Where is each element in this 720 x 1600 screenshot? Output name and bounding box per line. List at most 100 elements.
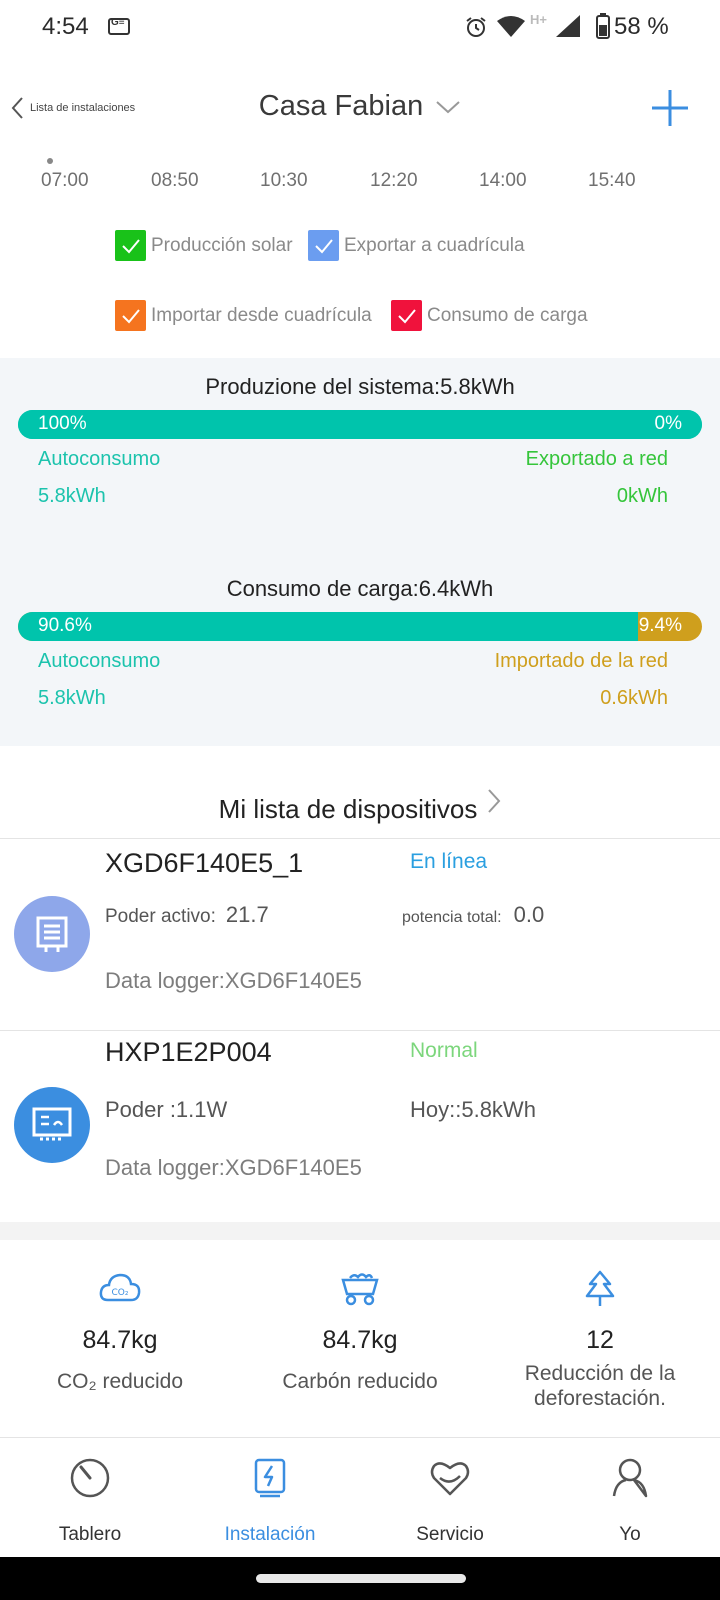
checkbox-checked-icon: [115, 300, 146, 331]
wifi-icon: [497, 16, 525, 37]
production-export-label: Exportado a red: [525, 448, 668, 470]
legend-label: Importar desde cuadrícula: [151, 304, 372, 326]
installation-selector[interactable]: Casa Fabian: [259, 90, 461, 123]
consumption-import-value: 0.6kWh: [600, 687, 668, 709]
device-metric-value: 21.7: [225, 902, 269, 927]
eco-co2: CO₂ 84.7kg CO₂ reducido: [0, 1270, 240, 1394]
device-name: XGD6F140E5_1: [105, 848, 304, 878]
co2-cloud-icon: CO₂: [99, 1273, 141, 1302]
dashboard-icon: [70, 1458, 110, 1498]
device-metric-label: Poder activo:: [105, 906, 216, 927]
production-bar: 100% 0%: [18, 410, 702, 439]
nav-tab-installation[interactable]: Instalación: [180, 1456, 360, 1546]
energy-stats-panel: Produzione del sistema:5.8kWh 100% 0% Au…: [0, 358, 720, 746]
eco-label: Reducción de la deforestación.: [480, 1361, 720, 1411]
time-tick: 12:20: [370, 170, 418, 191]
device-metric-label: potencia total:: [402, 909, 502, 926]
eco-value: 84.7kg: [322, 1326, 398, 1354]
eco-coal: 84.7kg Carbón reducido: [240, 1270, 480, 1394]
legend-export-grid[interactable]: Exportar a cuadrícula: [308, 230, 525, 261]
tree-icon: [585, 1270, 615, 1306]
device-list-link[interactable]: Mi lista de dispositivos: [0, 758, 720, 838]
checkbox-checked-icon: [391, 300, 422, 331]
legend-label: Exportar a cuadrícula: [344, 234, 525, 256]
chart-time-axis: 07:00 08:50 10:30 12:20 14:00 15:40: [0, 170, 720, 200]
consumption-self-pct: 90.6%: [38, 615, 92, 636]
checkbox-checked-icon: [308, 230, 339, 261]
device-metric-value: 0.0: [513, 902, 545, 927]
device-logger: Data logger:XGD6F140E5: [105, 1155, 362, 1180]
device-list-title: Mi lista de dispositivos: [218, 794, 478, 824]
chart-cutoff-mark: [47, 158, 53, 164]
legend-label: Consumo de carga: [427, 304, 588, 326]
profile-icon: [612, 1458, 648, 1498]
production-export-value: 0kWh: [616, 485, 668, 507]
consumption-self-value: 5.8kWh: [38, 687, 106, 709]
time-tick: 07:00: [41, 170, 89, 191]
consumption-title: Consumo de carga:6.4kWh: [226, 576, 494, 601]
eco-value: 12: [586, 1326, 614, 1354]
time-tick: 08:50: [151, 170, 199, 191]
signal-icon: [556, 15, 580, 37]
eco-label-line: deforestación.: [534, 1387, 666, 1411]
inverter-icon: [14, 1087, 90, 1163]
add-icon[interactable]: [650, 88, 690, 128]
battery-icon: [596, 13, 610, 39]
consumption-self-segment: [18, 612, 638, 641]
device-today-energy: Hoy::5.8kWh: [410, 1097, 536, 1122]
device-logger: Data logger:XGD6F140E5: [105, 968, 362, 993]
device-card-datalogger[interactable]: XGD6F140E5_1 En línea Poder activo: 21.7…: [0, 838, 720, 1026]
datalogger-icon: [14, 896, 90, 972]
time-tick: 14:00: [479, 170, 527, 191]
notification-icon: [108, 17, 130, 35]
time-tick: 10:30: [260, 170, 308, 191]
status-bar: 4:54 H+ 58 %: [0, 0, 720, 56]
eco-value: 84.7kg: [82, 1326, 158, 1354]
legend-load-consumption[interactable]: Consumo de carga: [391, 300, 588, 331]
chevron-down-icon: [436, 100, 460, 113]
eco-label: Carbón reducido: [282, 1370, 438, 1393]
consumption-bar: 90.6% 9.4%: [18, 612, 702, 641]
chevron-right-icon: [488, 788, 501, 813]
service-icon: [430, 1462, 470, 1496]
legend-solar-production[interactable]: Producción solar: [115, 230, 293, 261]
consumption-import-label: Importado de la red: [494, 650, 668, 672]
eco-deforestation: 12 Reducción de la deforestación.: [480, 1270, 720, 1411]
alarm-icon: [466, 17, 486, 37]
production-export-pct: 0%: [654, 413, 682, 434]
installation-icon: [254, 1458, 286, 1498]
status-time: 4:54: [42, 13, 89, 40]
device-card-inverter[interactable]: HXP1E2P004 Normal Poder :1.1W Hoy::5.8kW…: [0, 1031, 720, 1219]
network-type: H+: [530, 12, 547, 27]
bottom-nav: Tablero Instalación Servicio Yo: [0, 1437, 720, 1557]
nav-tab-dashboard[interactable]: Tablero: [0, 1456, 180, 1546]
device-status: En línea: [410, 850, 488, 873]
system-nav-bar: [0, 1557, 720, 1600]
section-gap: [0, 1222, 720, 1240]
device-power: Poder :1.1W: [105, 1097, 228, 1122]
production-self-segment: [18, 410, 702, 439]
production-title: Produzione del sistema:5.8kWh: [205, 374, 515, 399]
nav-tab-service[interactable]: Servicio: [360, 1456, 540, 1546]
battery-percent: 58 %: [614, 13, 669, 40]
production-self-label: Autoconsumo: [38, 448, 161, 470]
nav-label: Instalación: [224, 1524, 316, 1545]
consumption-self-label: Autoconsumo: [38, 650, 161, 672]
nav-label: Tablero: [58, 1524, 122, 1545]
legend-import-grid[interactable]: Importar desde cuadrícula: [115, 300, 372, 331]
eco-label-line: Reducción de la: [524, 1362, 676, 1385]
time-tick: 15:40: [588, 170, 636, 191]
legend-label: Producción solar: [151, 234, 293, 256]
eco-label: CO₂ reducido: [56, 1370, 184, 1393]
coal-cart-icon: [341, 1273, 379, 1306]
nav-label: Yo: [619, 1524, 641, 1545]
home-gesture-bar[interactable]: [256, 1574, 466, 1583]
production-self-pct: 100%: [38, 413, 87, 434]
nav-label: Servicio: [416, 1524, 484, 1545]
nav-tab-profile[interactable]: Yo: [540, 1456, 720, 1546]
checkbox-checked-icon: [115, 230, 146, 261]
device-status: Normal: [410, 1039, 478, 1062]
consumption-import-pct: 9.4%: [638, 615, 682, 636]
production-self-value: 5.8kWh: [38, 485, 106, 507]
page-title: Casa Fabian: [258, 90, 424, 122]
